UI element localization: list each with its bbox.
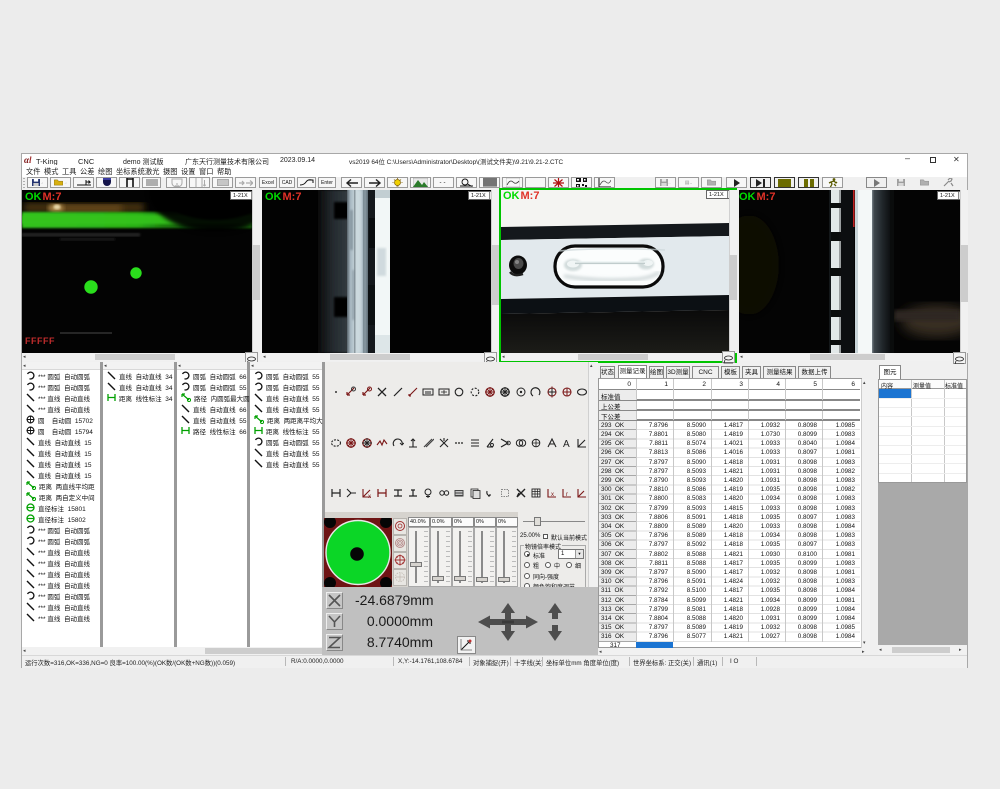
svg-text:x: x bbox=[551, 492, 554, 498]
svg-text:x: x bbox=[368, 494, 371, 499]
svg-text:r: r bbox=[566, 492, 568, 498]
svg-text:A: A bbox=[563, 439, 570, 449]
